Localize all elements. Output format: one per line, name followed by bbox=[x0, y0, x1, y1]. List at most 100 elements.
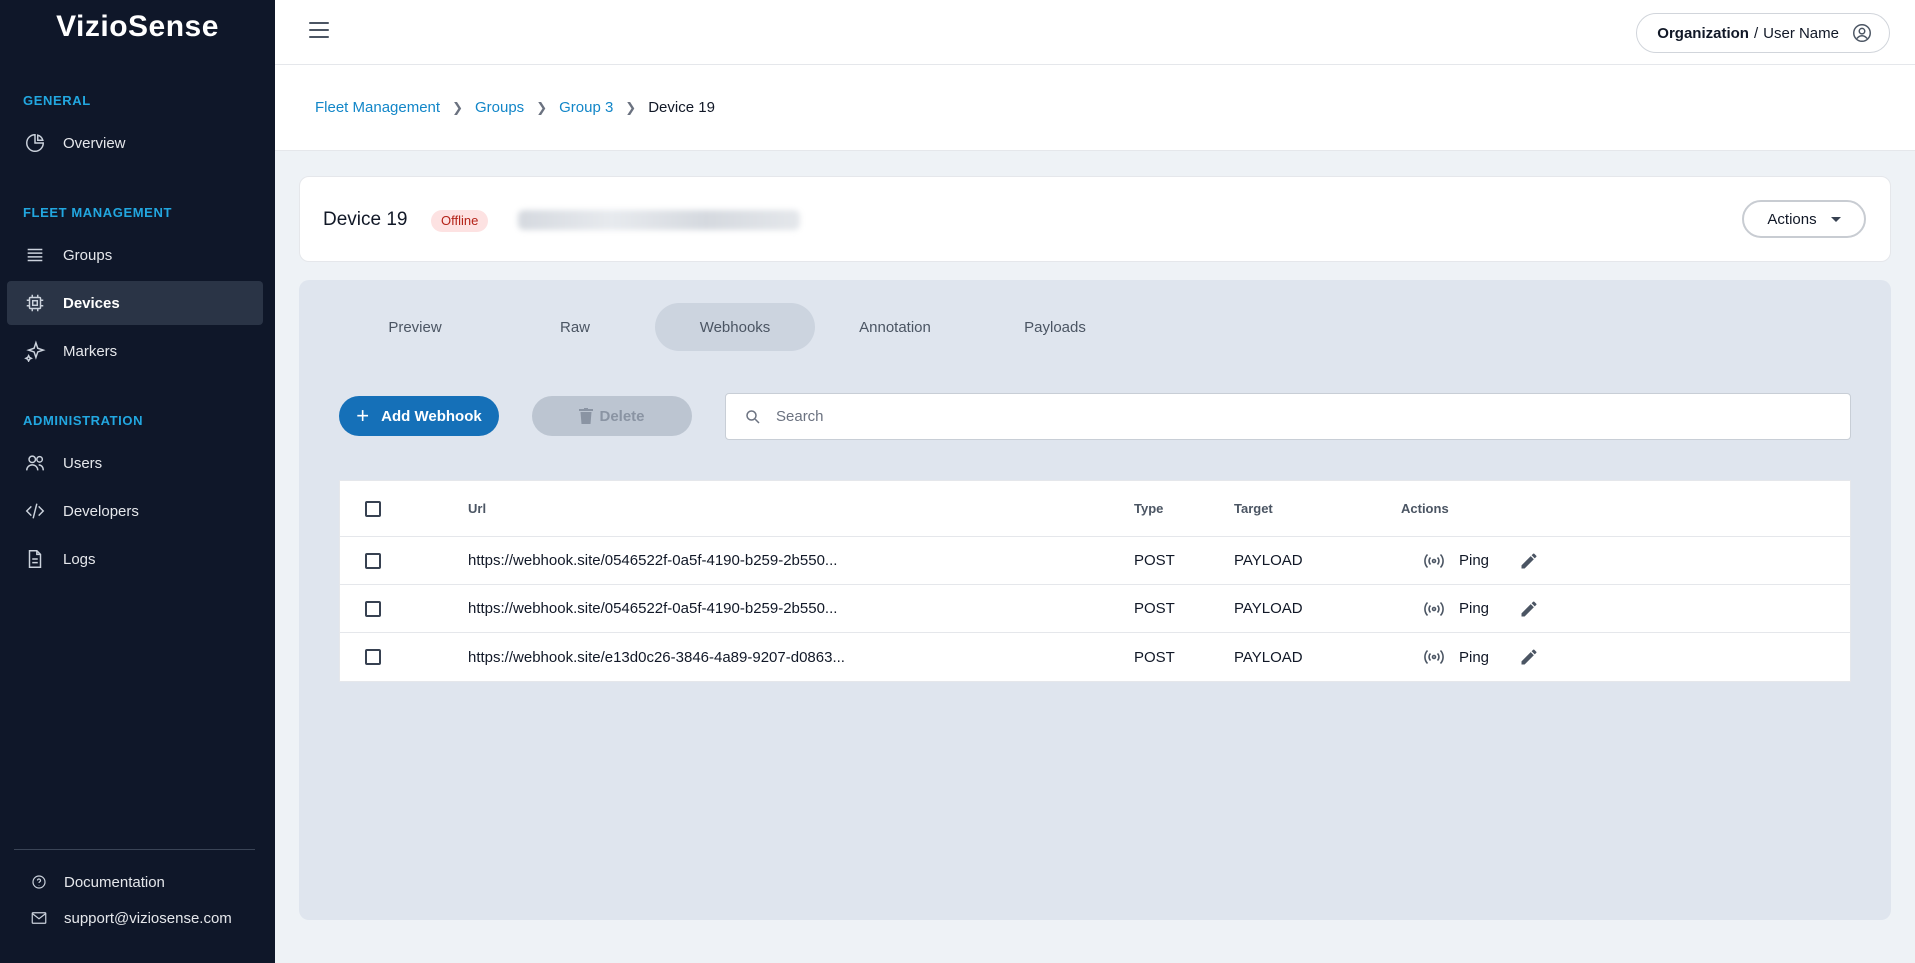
column-header-target: Target bbox=[1234, 501, 1273, 516]
sidebar-item-label: Devices bbox=[63, 294, 120, 312]
nav-section-administration: ADMINISTRATION bbox=[23, 413, 144, 428]
list-icon bbox=[23, 243, 47, 267]
delete-button[interactable]: Delete bbox=[532, 396, 692, 436]
top-bar: Organization / User Name bbox=[275, 0, 1915, 65]
ping-label: Ping bbox=[1459, 552, 1490, 569]
caret-down-icon bbox=[1830, 216, 1841, 222]
row-checkbox[interactable] bbox=[365, 600, 381, 617]
sidebar-item-label: Overview bbox=[63, 134, 126, 152]
user-circle-icon bbox=[1853, 24, 1871, 42]
users-icon bbox=[23, 451, 47, 475]
table-row: https://webhook.site/0546522f-0a5f-4190-… bbox=[340, 585, 1850, 633]
pencil-icon bbox=[1521, 649, 1537, 665]
plus-icon: + bbox=[356, 403, 370, 428]
chevron-right-icon: ❯ bbox=[625, 99, 637, 115]
broadcast-icon bbox=[1424, 649, 1444, 665]
sidebar-item-users[interactable]: Users bbox=[7, 441, 263, 485]
actions-dropdown-button[interactable]: Actions bbox=[1742, 200, 1866, 238]
support-email-label: support@viziosense.com bbox=[64, 909, 232, 927]
sidebar-item-developers[interactable]: Developers bbox=[7, 489, 263, 533]
tab-payloads[interactable]: Payloads bbox=[975, 303, 1135, 351]
pie-chart-icon bbox=[23, 131, 47, 155]
tab-bar: Preview Raw Webhooks Annotation Payloads bbox=[335, 303, 1135, 351]
sidebar-item-groups[interactable]: Groups bbox=[7, 233, 263, 277]
nav-section-fleet: FLEET MANAGEMENT bbox=[23, 205, 172, 220]
sidebar-item-label: Logs bbox=[63, 550, 96, 568]
org-user-separator: / bbox=[1753, 24, 1759, 42]
tab-annotation[interactable]: Annotation bbox=[815, 303, 975, 351]
add-webhook-label: Add Webhook bbox=[381, 407, 482, 425]
search-input[interactable] bbox=[776, 408, 1776, 425]
webhook-target: PAYLOAD bbox=[1234, 600, 1303, 617]
breadcrumb-bar: Fleet Management ❯ Groups ❯ Group 3 ❯ De… bbox=[275, 65, 1915, 151]
user-name: User Name bbox=[1763, 24, 1839, 42]
column-header-url: Url bbox=[468, 501, 487, 516]
ping-button[interactable]: Ping bbox=[1423, 600, 1489, 617]
edit-button[interactable] bbox=[1519, 647, 1539, 667]
row-checkbox[interactable] bbox=[365, 649, 381, 665]
chevron-right-icon: ❯ bbox=[536, 99, 548, 115]
webhook-target: PAYLOAD bbox=[1234, 552, 1303, 569]
tab-raw[interactable]: Raw bbox=[495, 303, 655, 351]
documentation-link[interactable]: Documentation bbox=[30, 873, 165, 891]
breadcrumb: Fleet Management ❯ Groups ❯ Group 3 ❯ De… bbox=[315, 99, 715, 116]
sidebar-item-overview[interactable]: Overview bbox=[7, 121, 263, 165]
sidebar-item-markers[interactable]: Markers bbox=[7, 329, 263, 373]
app-logo[interactable]: VizioSense bbox=[0, 10, 275, 44]
sidebar: VizioSense GENERAL Overview FLEET MANAGE… bbox=[0, 0, 275, 963]
ping-label: Ping bbox=[1459, 600, 1490, 617]
documentation-label: Documentation bbox=[64, 873, 165, 891]
sidebar-item-logs[interactable]: Logs bbox=[7, 537, 263, 581]
code-icon bbox=[23, 499, 47, 523]
device-title: Device 19 bbox=[323, 209, 408, 230]
table-row: https://webhook.site/e13d0c26-3846-4a89-… bbox=[340, 633, 1850, 681]
status-badge: Offline bbox=[431, 210, 489, 232]
device-id-redacted bbox=[518, 210, 800, 230]
ping-label: Ping bbox=[1459, 648, 1490, 666]
webhook-url: https://webhook.site/0546522f-0a5f-4190-… bbox=[468, 552, 838, 569]
webhooks-table: Url Type Target Actions https://webhook.… bbox=[339, 480, 1851, 682]
sidebar-item-label: Groups bbox=[63, 246, 113, 264]
webhook-type: POST bbox=[1134, 648, 1175, 666]
trash-icon bbox=[579, 408, 594, 424]
menu-toggle-icon[interactable] bbox=[309, 22, 329, 42]
sidebar-item-label: Users bbox=[63, 454, 103, 472]
sidebar-divider bbox=[14, 849, 255, 850]
table-row: https://webhook.site/0546522f-0a5f-4190-… bbox=[340, 537, 1850, 585]
ping-button[interactable]: Ping bbox=[1423, 649, 1489, 666]
document-icon bbox=[23, 547, 47, 571]
device-header-card: Device 19 Offline Actions bbox=[299, 176, 1891, 262]
sparkle-icon bbox=[23, 339, 47, 363]
chip-icon bbox=[23, 291, 47, 315]
add-webhook-button[interactable]: + Add Webhook bbox=[339, 396, 499, 436]
webhook-url: https://webhook.site/0546522f-0a5f-4190-… bbox=[468, 600, 838, 617]
pencil-icon bbox=[1521, 600, 1537, 616]
organization-name: Organization bbox=[1657, 24, 1749, 42]
edit-button[interactable] bbox=[1519, 551, 1539, 571]
webhook-url: https://webhook.site/e13d0c26-3846-4a89-… bbox=[468, 648, 845, 666]
select-all-checkbox[interactable] bbox=[365, 500, 381, 517]
chevron-right-icon: ❯ bbox=[452, 99, 463, 115]
table-header: Url Type Target Actions bbox=[340, 481, 1850, 537]
actions-label: Actions bbox=[1767, 210, 1817, 228]
user-menu-button[interactable]: Organization / User Name bbox=[1636, 13, 1890, 53]
sidebar-item-label: Markers bbox=[63, 342, 118, 360]
column-header-type: Type bbox=[1134, 501, 1164, 516]
row-checkbox[interactable] bbox=[365, 552, 381, 569]
sidebar-item-devices[interactable]: Devices bbox=[7, 281, 263, 325]
nav-section-general: GENERAL bbox=[23, 93, 91, 108]
webhook-target: PAYLOAD bbox=[1234, 648, 1303, 666]
webhook-type: POST bbox=[1134, 552, 1175, 569]
ping-button[interactable]: Ping bbox=[1423, 552, 1489, 569]
breadcrumb-fleet-management[interactable]: Fleet Management bbox=[315, 99, 440, 116]
tab-webhooks[interactable]: Webhooks bbox=[655, 303, 815, 351]
breadcrumb-current: Device 19 bbox=[648, 99, 715, 116]
support-email-link[interactable]: support@viziosense.com bbox=[30, 909, 232, 927]
help-circle-icon bbox=[32, 875, 46, 889]
breadcrumb-groups[interactable]: Groups bbox=[475, 99, 524, 116]
pencil-icon bbox=[1521, 552, 1537, 568]
breadcrumb-group-3[interactable]: Group 3 bbox=[559, 99, 613, 116]
sidebar-item-label: Developers bbox=[63, 502, 139, 520]
edit-button[interactable] bbox=[1519, 599, 1539, 619]
tab-preview[interactable]: Preview bbox=[335, 303, 495, 351]
